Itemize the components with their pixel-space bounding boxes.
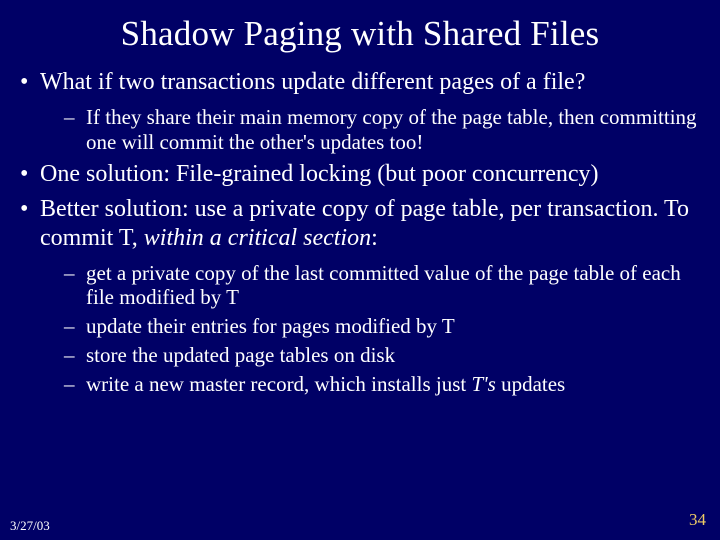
bullet-1-sublist: If they share their main memory copy of … bbox=[40, 105, 702, 155]
bullet-3-text-b: within a critical section bbox=[144, 225, 371, 251]
footer-date: 3/27/03 bbox=[10, 518, 50, 534]
bullet-1-text: What if two transactions update differen… bbox=[40, 69, 585, 95]
bullet-3-text-c: : bbox=[371, 225, 378, 251]
bullet-3-sub-3: store the updated page tables on disk bbox=[40, 343, 702, 368]
bullet-3-sub-4-b: T's bbox=[471, 372, 495, 396]
bullet-3-sub-4-c: updates bbox=[496, 372, 565, 396]
bullet-list: What if two transactions update differen… bbox=[18, 68, 702, 397]
bullet-3: Better solution: use a private copy of p… bbox=[18, 195, 702, 396]
bullet-3-sub-4-a: write a new master record, which install… bbox=[86, 372, 471, 396]
bullet-3-sub-1: get a private copy of the last committed… bbox=[40, 261, 702, 311]
footer-page-number: 34 bbox=[689, 510, 706, 530]
bullet-1: What if two transactions update differen… bbox=[18, 68, 702, 154]
bullet-3-sub-2: update their entries for pages modified … bbox=[40, 314, 702, 339]
slide: Shadow Paging with Shared Files What if … bbox=[0, 0, 720, 540]
slide-title: Shadow Paging with Shared Files bbox=[18, 14, 702, 54]
bullet-2: One solution: File-grained locking (but … bbox=[18, 160, 702, 189]
bullet-1-sub-1: If they share their main memory copy of … bbox=[40, 105, 702, 155]
bullet-3-sub-4: write a new master record, which install… bbox=[40, 372, 702, 397]
bullet-3-sublist: get a private copy of the last committed… bbox=[40, 261, 702, 397]
